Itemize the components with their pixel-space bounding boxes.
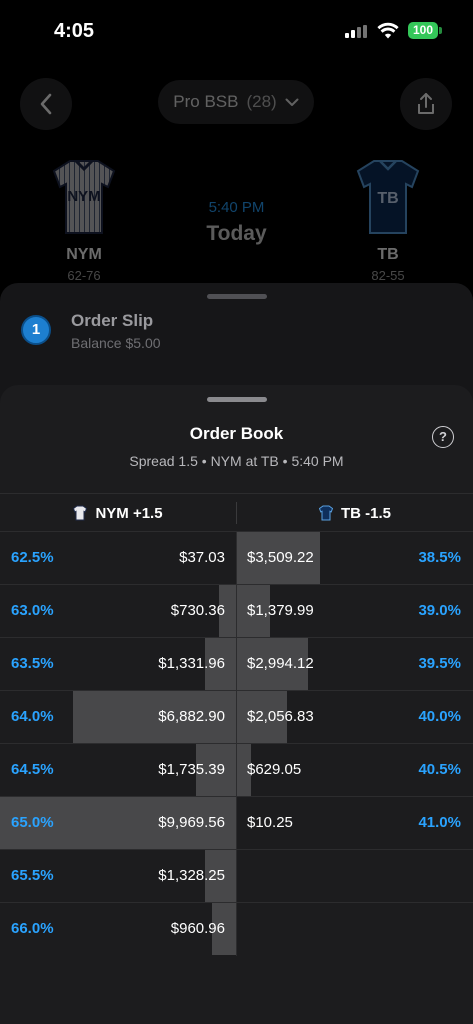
row-divider (236, 744, 237, 797)
nym-jersey-mini-icon (73, 505, 88, 521)
chevron-left-icon (40, 93, 52, 115)
row-divider (236, 638, 237, 691)
bid-amount[interactable]: $1,735.39 (158, 744, 225, 796)
league-name: Pro BSB (173, 92, 239, 111)
bid-amount[interactable]: $1,331.96 (158, 638, 225, 690)
bid-amount[interactable]: $9,969.56 (158, 797, 225, 849)
league-count: (28) (246, 92, 277, 111)
bid-probability[interactable]: 64.5% (11, 744, 54, 796)
share-button[interactable] (400, 78, 452, 130)
ask-probability[interactable]: 40.5% (418, 744, 461, 796)
order-book-row: 63.5% $1,331.96 $2,994.12 39.5% (0, 637, 473, 691)
order-book-rows: 62.5% $37.03 $3,509.22 38.5% 63.0% $730.… (0, 531, 473, 956)
bid-amount[interactable]: $1,328.25 (158, 850, 225, 902)
question-circle-icon[interactable]: ? (432, 426, 454, 448)
column-header-nym: NYM +1.5 (0, 494, 236, 532)
ask-probability[interactable]: 41.0% (418, 797, 461, 849)
order-slip-title: Order Slip (71, 311, 154, 330)
game-header: Pro BSB (28) NYM NYM 62-76 5:40 PM Today… (0, 64, 473, 304)
bid-amount[interactable]: $960.96 (171, 903, 225, 955)
ask-amount[interactable]: $10.25 (247, 797, 293, 849)
bid-probability[interactable]: 66.0% (11, 903, 54, 955)
status-bar: 4:05 100 (0, 0, 473, 64)
league-selector[interactable]: Pro BSB (28) (158, 80, 314, 124)
order-book-row: 63.0% $730.36 $1,379.99 39.0% (0, 584, 473, 638)
column-header-tb-label: TB -1.5 (340, 504, 391, 522)
ask-amount[interactable]: $2,994.12 (247, 638, 314, 690)
bid-probability[interactable]: 65.0% (11, 797, 54, 849)
home-team-abbr: TB (377, 246, 399, 263)
order-book-subtitle: Spread 1.5 • NYM at TB • 5:40 PM (129, 453, 344, 469)
row-divider (236, 903, 237, 956)
home-team-record: 82-55 (371, 268, 405, 283)
order-slip-balance: Balance $5.00 (71, 335, 161, 351)
ask-amount[interactable]: $2,056.83 (247, 691, 314, 743)
bid-amount[interactable]: $6,882.90 (158, 691, 225, 743)
share-icon (418, 93, 434, 114)
ask-probability[interactable]: 38.5% (418, 532, 461, 584)
column-header-nym-label: NYM +1.5 (95, 504, 163, 522)
away-team-record: 62-76 (67, 268, 101, 283)
chevron-down-icon (285, 98, 299, 106)
order-book-row: 66.0% $960.96 (0, 902, 473, 956)
bid-amount[interactable]: $37.03 (179, 532, 225, 584)
bid-probability[interactable]: 63.0% (11, 585, 54, 637)
back-button[interactable] (20, 78, 72, 130)
ask-amount[interactable]: $3,509.22 (247, 532, 314, 584)
bid-probability[interactable]: 63.5% (11, 638, 54, 690)
status-time: 4:05 (54, 20, 95, 42)
tb-jersey-mini-icon (318, 505, 333, 521)
order-slip-drag-handle[interactable] (207, 294, 267, 299)
order-book-row: 62.5% $37.03 $3,509.22 38.5% (0, 531, 473, 585)
order-book-row: 64.0% $6,882.90 $2,056.83 40.0% (0, 690, 473, 744)
tb-jersey-icon: TB (356, 160, 420, 234)
away-team-abbr: NYM (66, 246, 102, 263)
ask-probability[interactable]: 40.0% (418, 691, 461, 743)
order-book-drag-handle[interactable] (207, 397, 267, 402)
order-book-row: 65.0% $9,969.56 $10.25 41.0% (0, 796, 473, 850)
order-book-sheet: Order Book Spread 1.5 • NYM at TB • 5:40… (0, 385, 473, 1024)
ask-probability[interactable]: 39.5% (418, 638, 461, 690)
row-divider (236, 797, 237, 850)
bid-probability[interactable]: 65.5% (11, 850, 54, 902)
battery-indicator: 100 (408, 22, 438, 39)
ask-amount[interactable]: $1,379.99 (247, 585, 314, 637)
order-book-column-headers: NYM +1.5 TB -1.5 (0, 493, 473, 531)
wifi-icon (377, 22, 399, 39)
tb-jersey-text: TB (377, 190, 398, 207)
ask-probability[interactable]: 39.0% (418, 585, 461, 637)
bid-probability[interactable]: 62.5% (11, 532, 54, 584)
bid-probability[interactable]: 64.0% (11, 691, 54, 743)
order-book-row: 64.5% $1,735.39 $629.05 40.5% (0, 743, 473, 797)
row-divider (236, 532, 237, 585)
row-divider (236, 691, 237, 744)
cellular-signal-icon (345, 25, 369, 38)
battery-tip (439, 27, 442, 34)
row-divider (236, 850, 237, 903)
ask-amount[interactable]: $629.05 (247, 744, 301, 796)
order-book-row: 65.5% $1,328.25 (0, 849, 473, 903)
order-book-title: Order Book (189, 424, 284, 443)
order-slip-step-badge: 1 (21, 315, 51, 345)
bid-amount[interactable]: $730.36 (171, 585, 225, 637)
column-header-tb: TB -1.5 (237, 494, 473, 532)
row-divider (236, 585, 237, 638)
